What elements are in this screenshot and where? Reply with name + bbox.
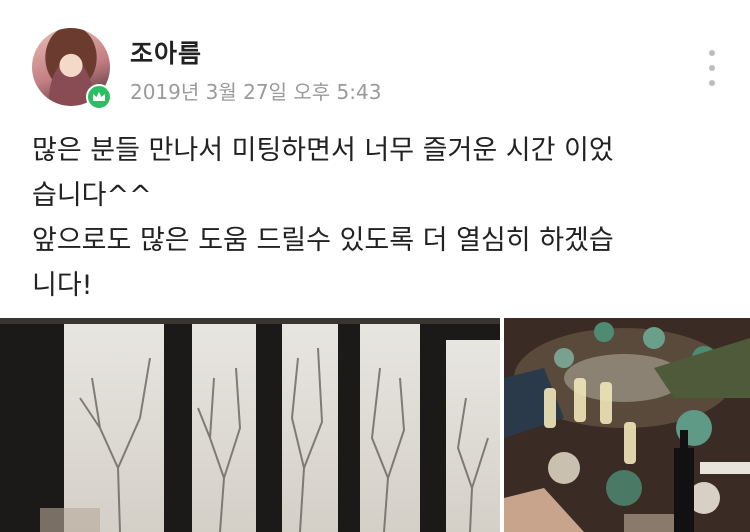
post-body-line: 앞으로도 많은 도움 드릴수 있도록 더 열심히 하겠습: [32, 225, 614, 256]
post-body-line: 많은 분들 만나서 미팅하면서 너무 즐거운 시간 이었: [32, 135, 614, 166]
menu-dot: [709, 80, 715, 86]
post-date: 2019년 3월 27일 오후 5:43: [130, 80, 382, 104]
crown-icon: [86, 84, 112, 110]
menu-dot: [709, 65, 715, 71]
post-photo-window[interactable]: [0, 318, 500, 532]
post-body-line: 니다!: [32, 270, 93, 301]
post-photo-dinner[interactable]: [504, 318, 750, 532]
post-header: 조아름 2019년 3월 27일 오후 5:43: [0, 0, 750, 120]
post-body-line: 습니다^^: [32, 180, 152, 211]
more-vertical-icon[interactable]: [700, 50, 724, 86]
post-body: 많은 분들 만나서 미팅하면서 너무 즐거운 시간 이었 습니다^^ 앞으로도 …: [32, 128, 712, 308]
author-name[interactable]: 조아름: [130, 34, 202, 70]
menu-dot: [709, 50, 715, 56]
